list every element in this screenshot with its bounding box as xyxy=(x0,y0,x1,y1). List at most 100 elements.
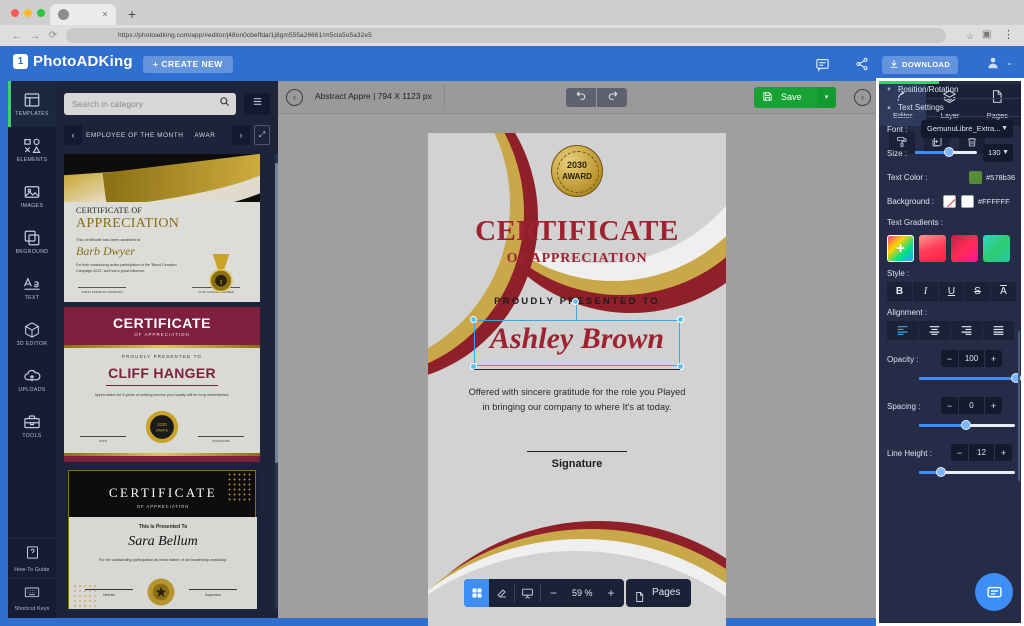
line-height-increment-button[interactable]: + xyxy=(995,444,1012,461)
template-thumbnail[interactable]: CERTIFICATE OF APPRECIATION This Is Pres… xyxy=(64,467,260,609)
sidebar-item-3d-editor[interactable]: 3D EDITOR xyxy=(8,311,56,357)
back-to-dashboard-button[interactable]: ‹ xyxy=(286,89,303,106)
forward-icon[interactable]: → xyxy=(28,29,42,43)
sidebar-item-uploads[interactable]: UPLOADS xyxy=(8,357,56,403)
spacing-value[interactable]: 0 xyxy=(958,397,985,414)
account-chevron-down-icon[interactable]: ⌄ xyxy=(1006,58,1013,67)
bold-button[interactable]: B xyxy=(887,282,912,301)
background-none-swatch[interactable] xyxy=(943,195,956,208)
panel-scrollbar[interactable] xyxy=(1017,331,1020,481)
resize-handle-top-right[interactable] xyxy=(677,316,684,323)
zoom-in-button[interactable]: + xyxy=(599,579,624,607)
line-height-decrement-button[interactable]: − xyxy=(951,444,968,461)
template-thumbnail[interactable]: CERTIFICATE OF APPRECIATION This certifi… xyxy=(64,154,260,302)
sidebar-item-text[interactable]: TEXT xyxy=(8,265,56,311)
accordion-text-settings[interactable]: ▲ Text Settings xyxy=(879,99,1021,117)
line-height-value[interactable]: 12 xyxy=(968,444,995,461)
line-height-slider[interactable] xyxy=(919,464,1015,481)
sidebar-item-templates[interactable]: TEMPLATES xyxy=(8,81,56,127)
selected-text-element[interactable]: Ashley Brown xyxy=(470,298,684,370)
align-justify-button[interactable] xyxy=(983,321,1014,340)
strikethrough-button[interactable]: S xyxy=(965,282,990,301)
slider-knob[interactable] xyxy=(936,467,947,477)
window-close-button[interactable] xyxy=(11,9,19,17)
redo-button[interactable] xyxy=(597,88,627,107)
share-icon[interactable] xyxy=(855,57,869,75)
certificate-body-text[interactable]: Offered with sincere gratitude for the r… xyxy=(464,385,690,414)
expand-panel-icon[interactable]: ⤢ xyxy=(254,125,270,145)
uppercase-button[interactable]: A xyxy=(991,282,1016,301)
opacity-slider[interactable] xyxy=(919,370,1021,387)
back-icon[interactable]: ← xyxy=(10,29,24,43)
opacity-decrement-button[interactable]: − xyxy=(941,350,958,367)
font-size-slider[interactable] xyxy=(915,147,977,157)
template-thumbnail-list[interactable]: CERTIFICATE OF APPRECIATION This certifi… xyxy=(64,154,270,609)
shortcut-keys-button[interactable]: Shortcut Keys xyxy=(8,578,56,618)
accordion-position-rotation[interactable]: ▼ Position/Rotation xyxy=(879,81,1021,99)
rotate-handle[interactable] xyxy=(572,298,579,305)
browser-tab[interactable]: × xyxy=(50,4,116,25)
align-left-button[interactable] xyxy=(887,321,918,340)
window-maximize-button[interactable] xyxy=(37,9,45,17)
reload-icon[interactable]: ⟳ xyxy=(46,29,60,43)
window-minimize-button[interactable] xyxy=(24,9,32,17)
zoom-out-button[interactable]: − xyxy=(541,579,566,607)
chat-icon[interactable] xyxy=(975,573,1013,611)
award-badge[interactable]: 2030 AWARD xyxy=(551,145,603,197)
spacing-increment-button[interactable]: + xyxy=(985,397,1002,414)
font-select[interactable]: GemunuLibre_Extra... ▼ xyxy=(921,120,1013,138)
gradient-add-button[interactable]: + xyxy=(887,234,914,262)
certificate-subheading[interactable]: OF APPRECIATION xyxy=(428,251,726,267)
search-input[interactable] xyxy=(64,93,212,115)
certificate-canvas[interactable]: 2030 AWARD CERTIFICATE OF APPRECIATION P… xyxy=(428,133,726,626)
comment-icon[interactable] xyxy=(815,57,830,75)
extensions-icon[interactable]: ▣ xyxy=(982,29,994,41)
avatar[interactable] xyxy=(985,55,1001,73)
save-button[interactable]: Save ▾ xyxy=(754,87,836,108)
sidebar-item-tools[interactable]: TOOLS xyxy=(8,403,56,449)
template-thumbnail[interactable]: CERTIFICATE OF APPRECIATION PROUDLY PRES… xyxy=(64,307,260,462)
right-panel-toggle-button[interactable]: › xyxy=(854,89,871,106)
undo-button[interactable] xyxy=(566,88,596,107)
spacing-decrement-button[interactable]: − xyxy=(941,397,958,414)
resize-handle-top-left[interactable] xyxy=(470,316,477,323)
category-chip[interactable]: AWAR xyxy=(194,132,215,139)
present-icon[interactable] xyxy=(515,579,540,607)
address-bar[interactable]: https://photoadking.com/app/#editor/j48o… xyxy=(66,28,974,43)
opacity-value[interactable]: 100 xyxy=(958,350,985,367)
category-chip[interactable]: EMPLOYEE OF THE MONTH xyxy=(86,132,183,139)
carousel-next-button[interactable]: › xyxy=(232,125,250,145)
new-tab-button[interactable]: + xyxy=(124,6,140,22)
category-list-icon[interactable] xyxy=(244,93,270,115)
italic-button[interactable]: I xyxy=(913,282,938,301)
carousel-prev-button[interactable]: ‹ xyxy=(64,125,82,145)
eraser-icon[interactable] xyxy=(489,579,514,607)
create-new-button[interactable]: + CREATE NEW xyxy=(143,56,233,73)
gradient-crimson-magenta-swatch[interactable] xyxy=(951,234,978,262)
spacing-slider[interactable] xyxy=(919,417,1015,434)
tab-close-icon[interactable]: × xyxy=(100,9,110,20)
opacity-increment-button[interactable]: + xyxy=(985,350,1002,367)
align-right-button[interactable] xyxy=(951,321,982,340)
slider-knob[interactable] xyxy=(944,147,955,157)
save-chevron-down-icon[interactable]: ▾ xyxy=(817,87,836,108)
brand-logo[interactable]: 1 PhotoADKing xyxy=(13,53,133,70)
gradient-red-pink-swatch[interactable] xyxy=(919,234,946,262)
underline-button[interactable]: U xyxy=(939,282,964,301)
download-button[interactable]: DOWNLOAD xyxy=(882,56,959,74)
grid-icon[interactable] xyxy=(464,579,489,607)
font-size-select[interactable]: 130 ▼ xyxy=(983,144,1013,162)
how-to-guide-button[interactable]: How-To Guide xyxy=(8,538,56,578)
gradient-teal-green-swatch[interactable] xyxy=(983,234,1010,262)
search-icon[interactable] xyxy=(212,93,236,115)
slider-knob[interactable] xyxy=(961,420,972,430)
background-color-swatch[interactable] xyxy=(961,195,974,208)
sidebar-item-background[interactable]: BKGROUND xyxy=(8,219,56,265)
bookmark-star-icon[interactable]: ☆ xyxy=(966,31,974,42)
certificate-heading[interactable]: CERTIFICATE xyxy=(428,215,726,248)
pages-button[interactable]: Pages xyxy=(626,579,692,607)
text-color-swatch[interactable] xyxy=(969,171,982,184)
sidebar-item-images[interactable]: IMAGES xyxy=(8,173,56,219)
align-center-button[interactable] xyxy=(919,321,950,340)
browser-menu-icon[interactable]: ⋮ xyxy=(1003,28,1014,42)
